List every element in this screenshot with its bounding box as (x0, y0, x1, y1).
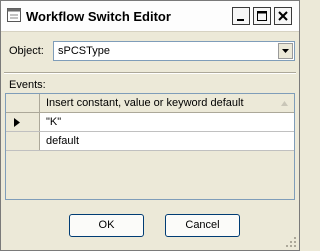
object-dropdown-button[interactable] (278, 43, 293, 59)
resize-grip-icon[interactable] (285, 236, 297, 248)
close-icon (278, 11, 288, 21)
current-row-icon (14, 118, 20, 127)
row-header[interactable] (6, 132, 40, 150)
events-grid: Insert constant, value or keyword defaul… (5, 93, 295, 200)
cancel-button[interactable]: Cancel (165, 214, 240, 237)
window-title: Workflow Switch Editor (26, 9, 171, 24)
grid-header: Insert constant, value or keyword defaul… (6, 94, 294, 113)
row-header-corner (6, 94, 40, 112)
close-button[interactable] (274, 7, 292, 25)
table-cell[interactable]: default (46, 135, 79, 147)
table-cell[interactable]: "K" (46, 116, 61, 128)
object-label: Object: (9, 45, 44, 57)
row-header[interactable] (6, 113, 40, 131)
app-icon (7, 8, 21, 22)
maximize-button[interactable] (253, 7, 271, 25)
events-label: Events: (9, 79, 46, 91)
chevron-down-icon (282, 49, 289, 53)
workflow-switch-editor-window: Workflow Switch Editor Object: sPCSType (0, 0, 300, 251)
title-bar[interactable]: Workflow Switch Editor (1, 1, 299, 32)
ok-button[interactable]: OK (69, 214, 144, 237)
maximize-icon (257, 11, 267, 21)
sort-icon (281, 101, 288, 106)
minimize-icon (237, 19, 244, 21)
minimize-button[interactable] (232, 7, 250, 25)
table-row[interactable]: "K" (6, 113, 294, 132)
table-row[interactable]: default (6, 132, 294, 151)
divider (4, 72, 296, 74)
object-value: sPCSType (58, 45, 110, 57)
object-combobox[interactable]: sPCSType (53, 41, 295, 61)
column-header[interactable]: Insert constant, value or keyword defaul… (46, 97, 244, 109)
